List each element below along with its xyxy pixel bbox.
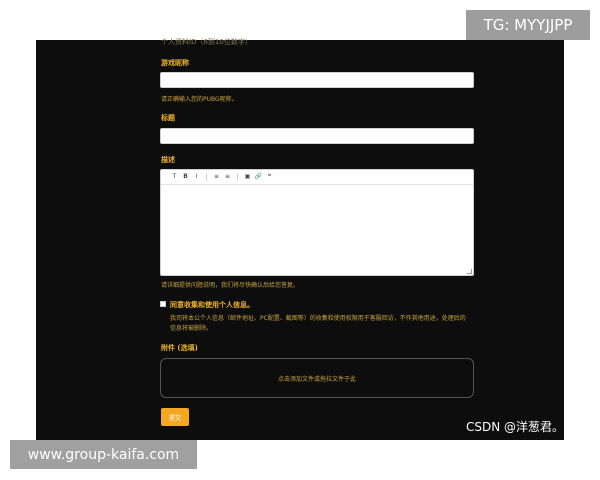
bold-icon[interactable]: B (180, 172, 191, 182)
toolbar-divider (237, 173, 238, 181)
attachment-label: 附件 (选填) (161, 344, 198, 352)
link-icon[interactable]: 🔗 (253, 172, 264, 182)
attachment-dropzone[interactable]: 点击添加文件或拖拉文件于此 (160, 358, 474, 398)
consent-description: 我司将本公个人信息（邮件地址、PC配置、截图等）的收集和使用权限用于客服回访，不… (170, 315, 466, 332)
game-name-label: 游戏昵称 (161, 59, 189, 67)
quote-icon[interactable]: ❝ (264, 172, 275, 182)
text-style-icon[interactable]: T (169, 172, 180, 182)
toolbar-divider (206, 173, 207, 181)
consent-label[interactable]: 同意收集和使用个人信息。 (170, 300, 254, 310)
profile-id-hint: 个人资料ID（6到10位数字） (161, 38, 252, 46)
editor-toolbar: T B I ≡ ≡ ▣ 🔗 ❝ (161, 170, 473, 185)
dropzone-text: 点击添加文件或拖拉文件于此 (277, 375, 356, 383)
description-label: 描述 (161, 156, 175, 164)
consent-checkbox[interactable] (160, 301, 166, 307)
bullet-list-icon[interactable]: ≡ (222, 172, 233, 182)
description-editor[interactable]: T B I ≡ ≡ ▣ 🔗 ❝ (160, 169, 474, 276)
tg-watermark: TG: MYYJJPP (466, 10, 590, 40)
italic-icon[interactable]: I (191, 172, 202, 182)
site-watermark: www.group-kaifa.com (10, 440, 197, 469)
description-hint: 请详细提供问题说明，我们将尽快确认后给您答复。 (161, 282, 300, 289)
csdn-watermark: CSDN @洋葱君。 (466, 420, 565, 434)
ordered-list-icon[interactable]: ≡ (211, 172, 222, 182)
image-icon[interactable]: ▣ (242, 172, 253, 182)
game-name-hint: 请正确输入您的PUBG昵称。 (161, 96, 238, 103)
resize-handle-icon[interactable] (467, 269, 472, 274)
title-label: 标题 (161, 114, 175, 122)
title-input[interactable] (160, 128, 474, 144)
submit-button[interactable]: 提交 (161, 408, 189, 426)
game-name-input[interactable] (160, 72, 474, 88)
